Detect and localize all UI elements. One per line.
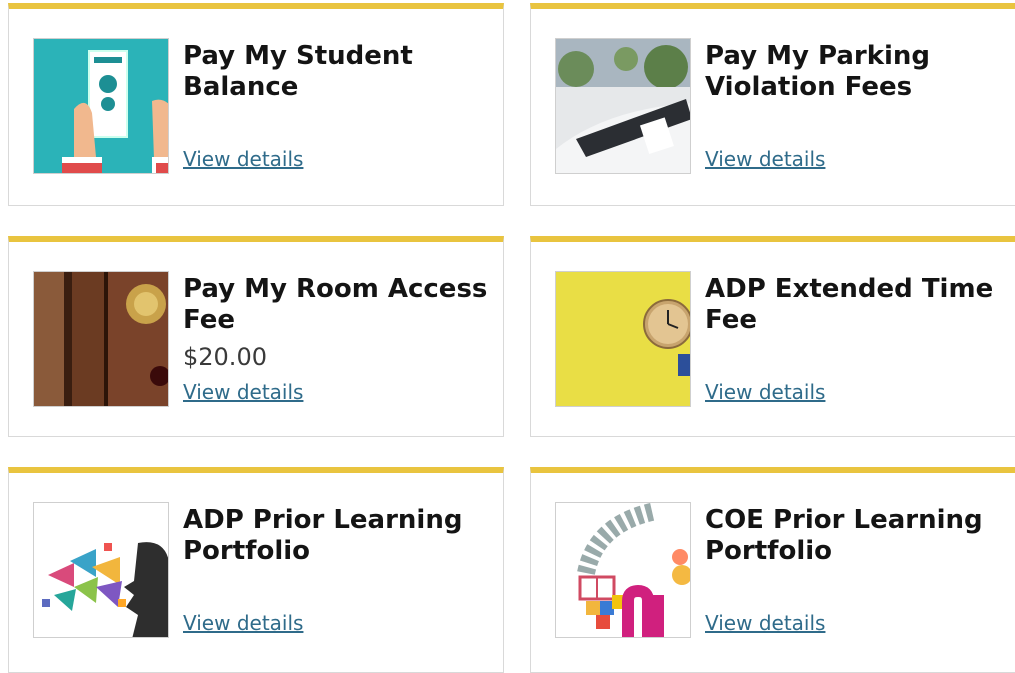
view-details-link[interactable]: View details <box>705 611 825 635</box>
payment-hand-icon[interactable] <box>33 38 169 174</box>
card-title[interactable]: Pay My Student Balance <box>183 41 493 103</box>
door-knob-image[interactable] <box>33 271 169 407</box>
card-title[interactable]: Pay My Room Access Fee <box>183 274 493 336</box>
view-details-link[interactable]: View details <box>183 380 303 404</box>
view-details-link[interactable]: View details <box>183 611 303 635</box>
product-card-student-balance: Pay My Student Balance View details <box>8 3 504 206</box>
learning-head-image[interactable] <box>33 502 169 638</box>
clock-image[interactable] <box>555 271 691 407</box>
product-card-room-access: Pay My Room Access Fee $20.00 View detai… <box>8 236 504 437</box>
card-title[interactable]: ADP Prior Learning Portfolio <box>183 505 493 567</box>
view-details-link[interactable]: View details <box>183 147 303 171</box>
card-title[interactable]: ADP Extended Time Fee <box>705 274 1015 336</box>
product-card-adp-portfolio: ADP Prior Learning Portfolio View detail… <box>8 467 504 673</box>
product-card-coe-portfolio: COE Prior Learning Portfolio View detail… <box>530 467 1015 673</box>
parking-ticket-image[interactable] <box>555 38 691 174</box>
card-title[interactable]: COE Prior Learning Portfolio <box>705 505 1015 567</box>
view-details-link[interactable]: View details <box>705 380 825 404</box>
price: $20.00 <box>183 343 267 371</box>
education-collage-image[interactable] <box>555 502 691 638</box>
view-details-link[interactable]: View details <box>705 147 825 171</box>
card-title[interactable]: Pay My Parking Violation Fees <box>705 41 1015 103</box>
product-card-parking-violation: Pay My Parking Violation Fees View detai… <box>530 3 1015 206</box>
product-card-extended-time: ADP Extended Time Fee View details <box>530 236 1015 437</box>
